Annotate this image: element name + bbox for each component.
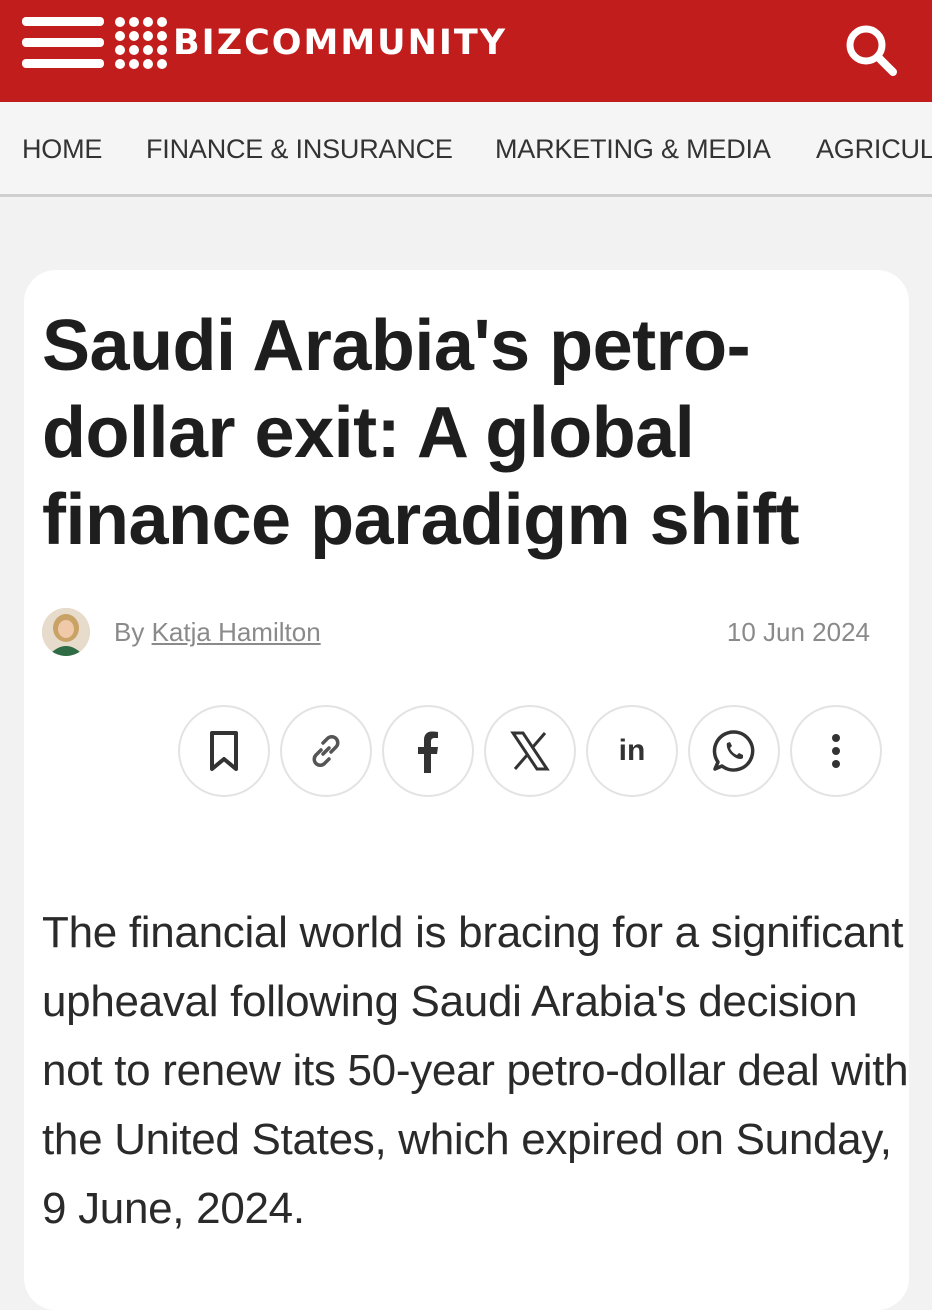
whatsapp-icon bbox=[712, 730, 755, 772]
bookmark-icon bbox=[210, 731, 238, 771]
hamburger-icon[interactable] bbox=[22, 14, 104, 70]
byline-prefix: By bbox=[114, 617, 145, 647]
category-nav: HOME FINANCE & INSURANCE MARKETING & MED… bbox=[0, 102, 932, 197]
x-icon bbox=[510, 731, 550, 771]
search-icon[interactable] bbox=[843, 22, 899, 78]
link-icon bbox=[312, 735, 340, 767]
x-share-button[interactable] bbox=[484, 705, 576, 797]
brand-logo-text[interactable]: bizcommunity bbox=[173, 20, 507, 66]
svg-text:in: in bbox=[619, 734, 646, 767]
byline: By Katja Hamilton bbox=[114, 617, 321, 648]
top-bar: bizcommunity bbox=[0, 0, 932, 102]
avatar-image bbox=[42, 608, 90, 656]
facebook-icon bbox=[418, 731, 438, 773]
nav-item-finance-insurance[interactable]: FINANCE & INSURANCE bbox=[146, 134, 453, 165]
facebook-share-button[interactable] bbox=[382, 705, 474, 797]
more-options-button[interactable] bbox=[790, 705, 882, 797]
copy-link-button[interactable] bbox=[280, 705, 372, 797]
publish-date: 10 Jun 2024 bbox=[726, 617, 870, 647]
nav-item-marketing-media[interactable]: MARKETING & MEDIA bbox=[495, 134, 771, 165]
more-icon bbox=[832, 734, 840, 768]
linkedin-share-button[interactable]: in bbox=[586, 705, 678, 797]
whatsapp-share-button[interactable] bbox=[688, 705, 780, 797]
bookmark-button[interactable] bbox=[178, 705, 270, 797]
nav-item-home[interactable]: HOME bbox=[22, 134, 102, 165]
logo-mark-icon[interactable] bbox=[112, 14, 168, 70]
article-title: Saudi Arabia's petro-dollar exit: A glob… bbox=[42, 306, 800, 560]
author-avatar[interactable] bbox=[42, 608, 90, 656]
article-intro: The financial world is bracing for a sig… bbox=[42, 908, 909, 1233]
nav-item-agriculture[interactable]: AGRICUL bbox=[816, 134, 932, 165]
author-link[interactable]: Katja Hamilton bbox=[152, 617, 321, 647]
linkedin-icon: in bbox=[619, 734, 646, 767]
